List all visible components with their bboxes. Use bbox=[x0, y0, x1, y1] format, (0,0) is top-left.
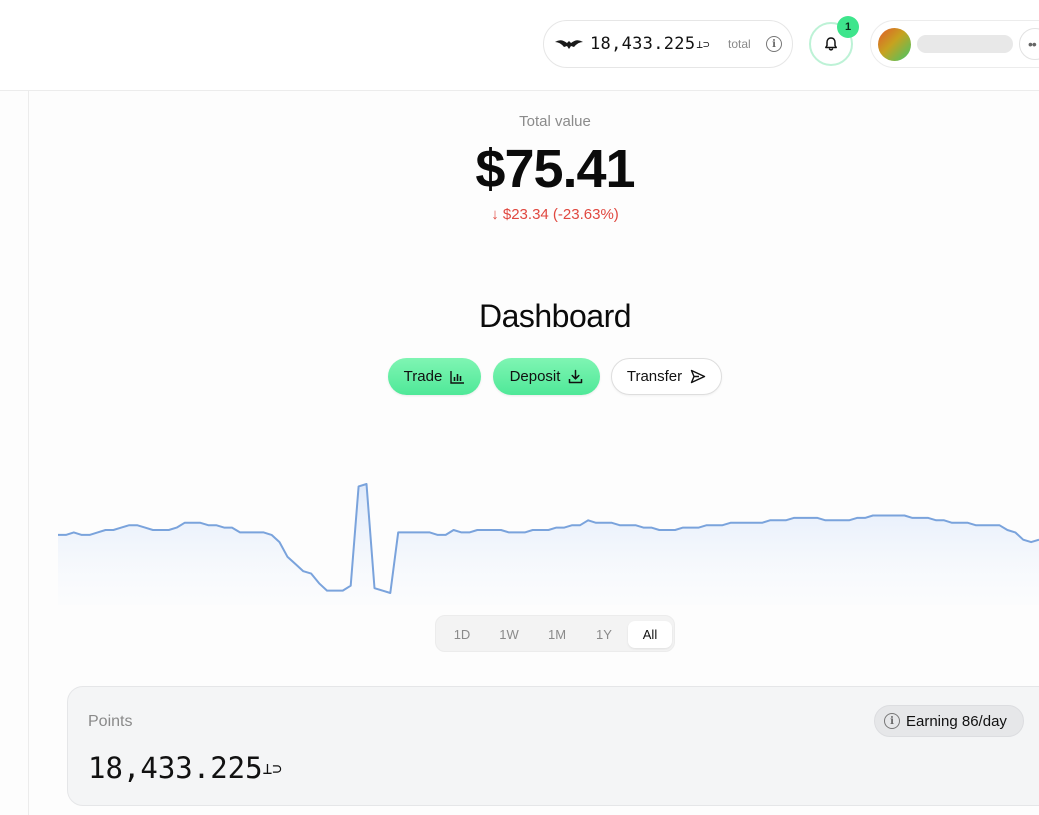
trade-button-label: Trade bbox=[403, 368, 443, 385]
points-total-value: 18,433.225 bbox=[590, 34, 696, 54]
total-value-change: ↓ $23.34 (-23.63%) bbox=[0, 206, 1039, 223]
range-option[interactable]: 1M bbox=[535, 621, 579, 648]
info-icon: i bbox=[884, 713, 900, 729]
avatar bbox=[878, 27, 911, 61]
bell-icon bbox=[825, 37, 837, 51]
points-card-label: Points bbox=[88, 713, 133, 730]
bar-chart-icon bbox=[450, 370, 465, 384]
points-card-amount: 18,433.225 bbox=[88, 751, 263, 785]
points-card-value: 18,433.225⊥⊃ bbox=[88, 751, 282, 785]
points-card: Points 18,433.225⊥⊃ i Earning 86/day bbox=[67, 686, 1039, 806]
bird-logo-icon bbox=[555, 40, 583, 49]
deposit-button-label: Deposit bbox=[509, 368, 561, 385]
points-total-pill[interactable]: 18,433.225 ⊥⊃ total i bbox=[543, 20, 793, 68]
points-unit-glyph: ⊥⊃ bbox=[696, 37, 710, 51]
account-menu[interactable]: •• bbox=[870, 20, 1039, 68]
earning-rate-badge[interactable]: i Earning 86/day bbox=[874, 705, 1024, 737]
more-options-icon[interactable]: •• bbox=[1019, 28, 1039, 60]
page-title: Dashboard bbox=[478, 298, 632, 334]
total-value-label: Total value bbox=[519, 113, 591, 130]
total-value-amount: $75.41 bbox=[475, 139, 635, 199]
notification-count-badge: 1 bbox=[837, 16, 859, 38]
transfer-button[interactable]: Transfer bbox=[611, 358, 722, 395]
change-amount: $23.34 (-23.63%) bbox=[502, 206, 619, 223]
range-option[interactable]: 1Y bbox=[582, 621, 626, 648]
time-range-selector: 1D 1W 1M 1Y All bbox=[435, 615, 675, 652]
points-card-unit-glyph: ⊥⊃ bbox=[262, 759, 282, 778]
chart-area bbox=[58, 484, 1039, 605]
send-icon bbox=[690, 369, 706, 384]
info-icon[interactable]: i bbox=[766, 36, 782, 52]
points-total-label: total bbox=[728, 37, 751, 51]
transfer-button-label: Transfer bbox=[626, 368, 683, 385]
account-name-placeholder bbox=[917, 35, 1013, 53]
deposit-button[interactable]: Deposit bbox=[493, 358, 600, 395]
range-option-selected[interactable]: All bbox=[628, 621, 672, 648]
earning-rate-text: Earning 86/day bbox=[906, 712, 1007, 730]
arrow-down-icon: ↓ bbox=[491, 206, 499, 223]
range-option[interactable]: 1D bbox=[440, 621, 484, 648]
portfolio-chart bbox=[58, 483, 1039, 605]
download-icon bbox=[569, 369, 583, 384]
trade-button[interactable]: Trade bbox=[388, 358, 481, 395]
range-option[interactable]: 1W bbox=[487, 621, 531, 648]
top-bar: 18,433.225 ⊥⊃ total i 1 •• bbox=[0, 0, 1039, 91]
